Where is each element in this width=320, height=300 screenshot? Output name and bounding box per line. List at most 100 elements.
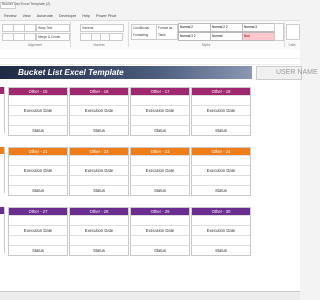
card-title: Other - 30 — [192, 208, 250, 215]
status-label: Status — [9, 185, 67, 195]
card-cell[interactable] — [70, 115, 128, 125]
cells-group: Cells — [284, 22, 300, 47]
number-group: General Number — [70, 22, 129, 47]
bucket-card[interactable]: Other - 21 Execution Date Status — [8, 147, 68, 196]
card-cell[interactable] — [192, 95, 250, 105]
bucket-card[interactable]: Other - 30 Execution Date Status — [191, 207, 251, 256]
status-label: Status — [192, 125, 250, 135]
card-cell[interactable] — [9, 95, 67, 105]
template-banner: Bucket List Excel Template — [0, 66, 252, 79]
status-label: Status — [131, 245, 189, 255]
card-cell[interactable] — [192, 155, 250, 165]
card-cell[interactable] — [70, 175, 128, 185]
bucket-card[interactable]: Other - 17 Execution Date Status — [130, 87, 190, 136]
worksheet[interactable]: Bucket List Excel Template USER NAME Oth… — [0, 50, 318, 300]
card-title: Other - 15 — [9, 88, 67, 95]
merge-center-button[interactable]: Merge & Center — [36, 33, 70, 41]
format-as-table-button[interactable]: Format as Table — [156, 24, 178, 40]
orientation-button[interactable] — [24, 24, 36, 32]
partial-card — [0, 207, 5, 253]
card-cell[interactable] — [131, 115, 189, 125]
cells-label: Cells — [288, 43, 296, 47]
execution-date-label: Execution Date — [192, 225, 250, 235]
card-cell[interactable] — [131, 235, 189, 245]
card-cell[interactable] — [70, 155, 128, 165]
status-label: Status — [9, 245, 67, 255]
card-cell[interactable] — [9, 115, 67, 125]
card-title: Other - 17 — [131, 88, 189, 95]
bucket-card[interactable]: Other - 22 Execution Date Status — [69, 147, 129, 196]
card-cell[interactable] — [9, 155, 67, 165]
decimal-button[interactable] — [109, 33, 123, 41]
banner-title: Bucket List Excel Template — [18, 68, 124, 77]
grid-line — [0, 58, 300, 59]
bucket-card[interactable]: Other - 28 Execution Date Status — [69, 207, 129, 256]
number-label: Number — [93, 43, 105, 47]
horizontal-scrollbar[interactable] — [0, 291, 300, 300]
number-format-select[interactable]: General — [80, 24, 124, 32]
card-cell[interactable] — [192, 175, 250, 185]
execution-date-label: Execution Date — [131, 105, 189, 115]
card-cell[interactable] — [131, 215, 189, 225]
card-cell[interactable] — [131, 95, 189, 105]
card-cell[interactable] — [131, 175, 189, 185]
window-title: Bucket List Excel Template (2) — [2, 2, 51, 6]
bucket-card[interactable]: Other - 16 Execution Date Status — [69, 87, 129, 136]
status-label: Status — [9, 125, 67, 135]
ribbon: Wrap Text Merge & Center Alignment Gener… — [0, 20, 300, 51]
insert-cells-button[interactable] — [286, 24, 300, 40]
style-normal-2[interactable]: Normal 2 — [178, 23, 211, 32]
card-cell[interactable] — [131, 155, 189, 165]
indent-button[interactable] — [24, 33, 36, 41]
style-bad[interactable]: Bad — [242, 32, 275, 41]
status-label: Status — [70, 185, 128, 195]
style-normal-3[interactable]: Normal 3 — [242, 23, 275, 32]
bucket-card[interactable]: Other - 18 Execution Date Status — [191, 87, 251, 136]
card-cell[interactable] — [192, 215, 250, 225]
card-title: Other - 16 — [70, 88, 128, 95]
status-label: Status — [131, 185, 189, 195]
partial-card-header — [0, 147, 4, 154]
user-name-label: USER NAME — [276, 69, 318, 76]
status-label: Status — [70, 245, 128, 255]
partial-card-header — [0, 207, 4, 214]
status-label: Status — [192, 245, 250, 255]
execution-date-label: Execution Date — [9, 165, 67, 175]
card-cell[interactable] — [70, 215, 128, 225]
partial-card-header — [0, 87, 4, 94]
bucket-card[interactable]: Other - 23 Execution Date Status — [130, 147, 190, 196]
card-cell[interactable] — [70, 95, 128, 105]
execution-date-label: Execution Date — [70, 105, 128, 115]
partial-card — [0, 87, 5, 133]
styles-group: Conditional Formatting Format as Table N… — [128, 22, 285, 47]
card-cell[interactable] — [192, 235, 250, 245]
styles-more-button[interactable] — [274, 23, 284, 41]
style-normal-3-2[interactable]: Normal 3 2 — [178, 32, 211, 41]
style-normal-2-2[interactable]: Normal 2 2 — [210, 23, 243, 32]
bucket-card[interactable]: Other - 27 Execution Date Status — [8, 207, 68, 256]
status-label: Status — [131, 125, 189, 135]
card-cell[interactable] — [9, 175, 67, 185]
status-label: Status — [192, 185, 250, 195]
alignment-group: Wrap Text Merge & Center Alignment — [0, 22, 71, 47]
execution-date-label: Execution Date — [70, 225, 128, 235]
card-cell[interactable] — [192, 115, 250, 125]
status-label: Status — [70, 125, 128, 135]
execution-date-label: Execution Date — [9, 105, 67, 115]
card-title: Other - 27 — [9, 208, 67, 215]
card-title: Other - 24 — [192, 148, 250, 155]
user-name-box[interactable]: USER NAME — [256, 66, 318, 80]
bucket-card[interactable]: Other - 29 Execution Date Status — [130, 207, 190, 256]
card-cell[interactable] — [9, 215, 67, 225]
execution-date-label: Execution Date — [9, 225, 67, 235]
bucket-card[interactable]: Other - 24 Execution Date Status — [191, 147, 251, 196]
styles-label: Styles — [201, 43, 211, 47]
wrap-text-button[interactable]: Wrap Text — [36, 24, 70, 32]
bucket-card[interactable]: Other - 15 Execution Date Status — [8, 87, 68, 136]
style-normal[interactable]: Normal — [210, 32, 243, 41]
card-cell[interactable] — [70, 235, 128, 245]
card-title: Other - 28 — [70, 208, 128, 215]
card-cell[interactable] — [9, 235, 67, 245]
conditional-formatting-button[interactable]: Conditional Formatting — [131, 24, 157, 40]
execution-date-label: Execution Date — [192, 105, 250, 115]
